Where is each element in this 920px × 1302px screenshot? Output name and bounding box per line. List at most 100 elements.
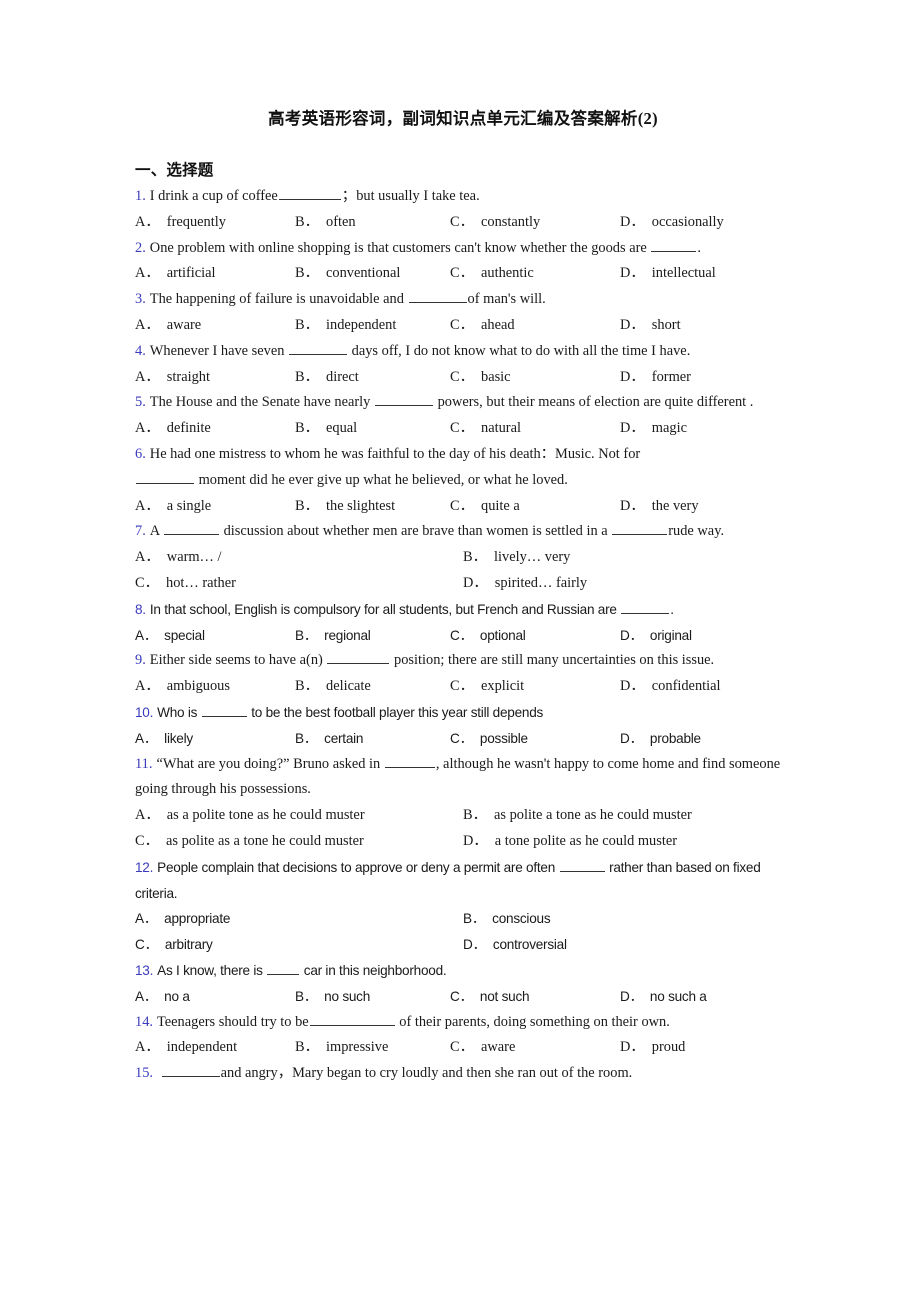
option-choice[interactable]: B． the slightest — [295, 494, 450, 520]
option-choice[interactable]: D． intellectual — [620, 261, 791, 287]
option-choice[interactable]: D． controversial — [463, 932, 791, 958]
option-choice[interactable]: A． frequently — [135, 210, 295, 236]
option-choice[interactable]: B． certain — [295, 726, 450, 752]
option-choice[interactable]: D． confidential — [620, 674, 791, 700]
option-label: D． — [620, 988, 643, 1004]
option-text: magic — [651, 420, 687, 437]
option-label: C． — [450, 213, 474, 230]
option-choice[interactable]: A． artificial — [135, 261, 295, 287]
answer-blank-1 — [384, 753, 435, 768]
option-choice[interactable]: D． proud — [620, 1035, 791, 1061]
option-choice[interactable]: B． as polite a tone as he could muster — [463, 803, 791, 829]
option-text: likely — [164, 730, 193, 746]
option-choice[interactable]: A． straight — [135, 365, 295, 391]
stem-text-before: As I know, there is — [157, 962, 267, 978]
option-choice[interactable]: A． ambiguous — [135, 674, 295, 700]
option-choice[interactable]: B． delicate — [295, 674, 450, 700]
option-row: C． as polite as a tone he could muster D． a… — [135, 829, 791, 855]
question-stem: 10. Who is to be the best football player… — [135, 700, 791, 726]
option-choice[interactable]: C． hot… rather — [135, 571, 463, 597]
option-choice[interactable]: B． lively… very — [463, 545, 791, 571]
option-choice[interactable]: B． independent — [295, 313, 450, 339]
option-choice[interactable]: C． arbitrary — [135, 932, 463, 958]
option-label: C． — [450, 316, 474, 333]
option-choice[interactable]: A． no a — [135, 984, 295, 1010]
section-heading: 一、选择题 — [135, 162, 214, 179]
option-choice[interactable]: D． a tone polite as he could muster — [463, 829, 791, 855]
option-row: A． aware B． independent C． ahead D． short — [135, 313, 791, 339]
option-choice[interactable]: A． warm… / — [135, 545, 463, 571]
answer-blank-1 — [267, 961, 300, 975]
option-choice[interactable]: C． not such — [450, 984, 620, 1010]
question-number: 10. — [135, 704, 154, 720]
option-label: B． — [295, 678, 319, 695]
answer-blank-1 — [621, 600, 670, 614]
question-block: 9. Either side seems to have a(n) positio… — [135, 648, 791, 700]
question-number: 1. — [135, 188, 146, 204]
option-choice[interactable]: D． magic — [620, 416, 791, 442]
option-text: conscious — [492, 911, 551, 927]
option-label: A． — [135, 678, 160, 695]
option-choice[interactable]: C． as polite as a tone he could muster — [135, 829, 463, 855]
option-choice[interactable]: C． natural — [450, 416, 620, 442]
stem-text-after: of their parents, doing something on the… — [395, 1013, 670, 1030]
option-label: D． — [620, 213, 645, 230]
option-label: B． — [295, 497, 319, 514]
option-label: A． — [135, 730, 158, 746]
option-choice[interactable]: B． direct — [295, 365, 450, 391]
question-stem: 8. In that school, English is compulsory … — [135, 597, 791, 623]
option-choice[interactable]: A． independent — [135, 1035, 295, 1061]
stem-text-line2: moment did he ever give up what he belie… — [195, 471, 568, 488]
option-choice[interactable]: C． basic — [450, 365, 620, 391]
question-stem: 3. The happening of failure is unavoidabl… — [135, 287, 791, 313]
option-choice[interactable]: C． constantly — [450, 210, 620, 236]
question-block: 8. In that school, English is compulsory … — [135, 597, 791, 649]
option-choice[interactable]: A． a single — [135, 494, 295, 520]
question-number: 11. — [135, 755, 153, 772]
option-choice[interactable]: D． spirited… fairly — [463, 571, 791, 597]
option-choice[interactable]: A． appropriate — [135, 906, 463, 932]
option-choice[interactable]: C． explicit — [450, 674, 620, 700]
option-choice[interactable]: D． former — [620, 365, 791, 391]
option-choice[interactable]: B． often — [295, 210, 450, 236]
option-choice[interactable]: B． conventional — [295, 261, 450, 287]
option-label: D． — [620, 265, 645, 282]
option-choice[interactable]: C． aware — [450, 1035, 620, 1061]
option-text: constantly — [481, 213, 541, 230]
option-choice[interactable]: A． definite — [135, 416, 295, 442]
option-choice[interactable]: D． no such a — [620, 984, 791, 1010]
option-label: D． — [620, 368, 645, 385]
option-text: lively… very — [494, 549, 571, 566]
option-choice[interactable]: C． authentic — [450, 261, 620, 287]
option-choice[interactable]: C． ahead — [450, 313, 620, 339]
option-choice[interactable]: B． impressive — [295, 1035, 450, 1061]
option-choice[interactable]: D． short — [620, 313, 791, 339]
option-choice[interactable]: C． quite a — [450, 494, 620, 520]
option-choice[interactable]: C． possible — [450, 726, 620, 752]
option-label: D． — [463, 937, 486, 953]
option-choice[interactable]: A． as a polite tone as he could muster — [135, 803, 463, 829]
option-choice[interactable]: A． likely — [135, 726, 295, 752]
option-label: C． — [450, 988, 473, 1004]
option-choice[interactable]: D． probable — [620, 726, 791, 752]
option-choice[interactable]: D． occasionally — [620, 210, 791, 236]
question-block: 1. I drink a cup of coffee ；but usually I … — [135, 184, 791, 236]
option-text: basic — [481, 368, 511, 385]
question-stem: 4. Whenever I have seven days off, I do n… — [135, 339, 791, 365]
option-choice[interactable]: D． original — [620, 623, 791, 649]
option-choice[interactable]: C． optional — [450, 623, 620, 649]
option-choice[interactable]: B． regional — [295, 623, 450, 649]
option-choice[interactable]: D． the very — [620, 494, 791, 520]
option-choice[interactable]: B． no such — [295, 984, 450, 1010]
option-text: arbitrary — [164, 937, 213, 953]
option-choice[interactable]: B． conscious — [463, 906, 791, 932]
option-text: natural — [481, 420, 521, 437]
option-choice[interactable]: A． aware — [135, 313, 295, 339]
option-row: A． no a B． no such C． not such D． no such a — [135, 984, 791, 1010]
option-choice[interactable]: A． special — [135, 623, 295, 649]
option-choice[interactable]: B． equal — [295, 416, 450, 442]
option-label: B． — [295, 627, 318, 643]
option-text: spirited… fairly — [494, 574, 588, 591]
option-label: D． — [620, 1039, 645, 1056]
question-block: 3. The happening of failure is unavoidabl… — [135, 287, 791, 339]
